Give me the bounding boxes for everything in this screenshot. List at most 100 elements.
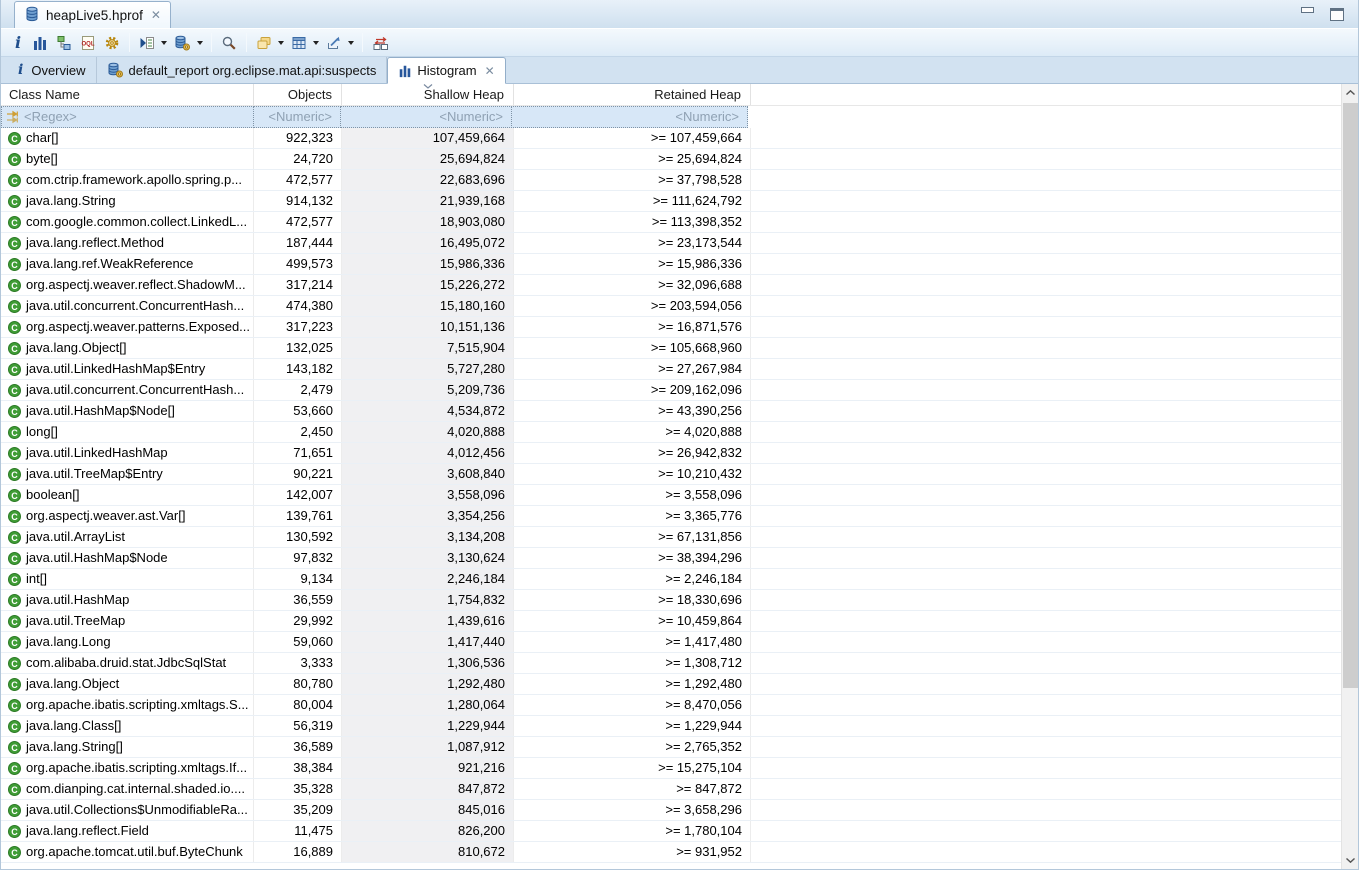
oql-button[interactable]: OQL bbox=[76, 31, 100, 55]
table-row[interactable]: C java.util.LinkedHashMap 71,651 4,012,4… bbox=[1, 443, 1341, 464]
tab-histogram[interactable]: Histogram ✕ bbox=[387, 57, 506, 84]
table-row[interactable]: C org.aspectj.weaver.ast.Var[] 139,761 3… bbox=[1, 506, 1341, 527]
table-row[interactable]: C java.lang.Long 59,060 1,417,440 >= 1,4… bbox=[1, 632, 1341, 653]
table-row[interactable]: C long[] 2,450 4,020,888 >= 4,020,888 bbox=[1, 422, 1341, 443]
dominator-tree-button[interactable] bbox=[52, 31, 76, 55]
editor-tab-heap-dump[interactable]: heapLive5.hprof ✕ bbox=[14, 1, 171, 28]
class-name-text: org.aspectj.weaver.reflect.ShadowM... bbox=[26, 277, 246, 292]
class-name-text: java.lang.Long bbox=[26, 634, 111, 649]
class-name-text: org.apache.ibatis.scripting.xmltags.If..… bbox=[26, 760, 248, 775]
table-row[interactable]: C java.lang.String 914,132 21,939,168 >=… bbox=[1, 191, 1341, 212]
table-row[interactable]: C org.aspectj.weaver.reflect.ShadowM... … bbox=[1, 275, 1341, 296]
tab-close-icon[interactable]: ✕ bbox=[485, 64, 495, 78]
scrollbar-thumb[interactable] bbox=[1343, 103, 1358, 688]
table-row[interactable]: C java.util.TreeMap$Entry 90,221 3,608,8… bbox=[1, 464, 1341, 485]
tab-label: Overview bbox=[31, 62, 86, 78]
table-row[interactable]: C java.util.HashMap 36,559 1,754,832 >= … bbox=[1, 590, 1341, 611]
column-header-shallow-heap[interactable]: Shallow Heap bbox=[342, 84, 514, 105]
scroll-up-icon[interactable] bbox=[1342, 84, 1358, 101]
filter-row: <Regex> <Numeric> <Numeric> <Numeric> bbox=[1, 106, 1341, 128]
histogram-button[interactable] bbox=[28, 31, 52, 55]
shallow-heap-filter-input[interactable]: <Numeric> bbox=[340, 106, 512, 128]
table-row[interactable]: C java.util.LinkedHashMap$Entry 143,182 … bbox=[1, 359, 1341, 380]
table-row[interactable]: C com.google.common.collect.LinkedL... 4… bbox=[1, 212, 1341, 233]
table-row[interactable]: C com.ctrip.framework.apollo.spring.p...… bbox=[1, 170, 1341, 191]
calculate-retained-size-button[interactable] bbox=[287, 31, 311, 55]
column-header-retained-heap[interactable]: Retained Heap bbox=[514, 84, 751, 105]
query-browser-button[interactable] bbox=[170, 31, 195, 55]
class-name-text: org.aspectj.weaver.patterns.Exposed... bbox=[26, 319, 251, 334]
objects-filter-input[interactable]: <Numeric> bbox=[253, 106, 341, 128]
group-by-button[interactable] bbox=[252, 31, 276, 55]
table-row[interactable]: C java.lang.Object 80,780 1,292,480 >= 1… bbox=[1, 674, 1341, 695]
table-row[interactable]: C java.lang.Class[] 56,319 1,229,944 >= … bbox=[1, 716, 1341, 737]
export-button[interactable] bbox=[322, 31, 346, 55]
compare-tables-button[interactable] bbox=[368, 31, 393, 55]
minimize-icon[interactable] bbox=[1301, 7, 1314, 13]
run-expert-test-dropdown-icon[interactable] bbox=[161, 40, 168, 45]
shallow-heap-cell: 15,986,336 bbox=[342, 254, 514, 274]
class-icon: C bbox=[8, 320, 21, 334]
class-name-text: com.ctrip.framework.apollo.spring.p... bbox=[26, 172, 243, 187]
class-name-text: java.lang.Class[] bbox=[26, 718, 122, 733]
scroll-down-icon[interactable] bbox=[1342, 852, 1358, 869]
retained-heap-filter-input[interactable]: <Numeric> bbox=[511, 106, 748, 128]
table-row[interactable]: C java.util.Collections$UnmodifiableRa..… bbox=[1, 800, 1341, 821]
table-row[interactable]: C org.apache.ibatis.scripting.xmltags.S.… bbox=[1, 695, 1341, 716]
table-row[interactable]: C char[] 922,323 107,459,664 >= 107,459,… bbox=[1, 128, 1341, 149]
export-dropdown-icon[interactable] bbox=[348, 40, 355, 45]
thread-overview-button[interactable] bbox=[100, 31, 124, 55]
class-name-cell: C org.aspectj.weaver.patterns.Exposed... bbox=[1, 317, 254, 337]
table-row[interactable]: C java.lang.Object[] 132,025 7,515,904 >… bbox=[1, 338, 1341, 359]
tab-overview[interactable]: i Overview bbox=[5, 57, 97, 83]
table-row[interactable]: C java.util.concurrent.ConcurrentHash...… bbox=[1, 380, 1341, 401]
info-icon: i bbox=[15, 32, 22, 52]
column-header-objects[interactable]: Objects bbox=[254, 84, 342, 105]
table-row[interactable]: C java.util.ArrayList 130,592 3,134,208 … bbox=[1, 527, 1341, 548]
table-row[interactable]: C byte[] 24,720 25,694,824 >= 25,694,824 bbox=[1, 149, 1341, 170]
table-row[interactable]: C int[] 9,134 2,246,184 >= 2,246,184 bbox=[1, 569, 1341, 590]
table-row[interactable]: C boolean[] 142,007 3,558,096 >= 3,558,0… bbox=[1, 485, 1341, 506]
class-name-cell: C com.google.common.collect.LinkedL... bbox=[1, 212, 254, 232]
column-header-class-name[interactable]: Class Name bbox=[1, 84, 254, 105]
table-row[interactable]: C org.apache.ibatis.scripting.xmltags.If… bbox=[1, 758, 1341, 779]
class-name-cell: C org.aspectj.weaver.reflect.ShadowM... bbox=[1, 275, 254, 295]
shallow-heap-cell: 3,354,256 bbox=[342, 506, 514, 526]
class-icon: C bbox=[8, 740, 21, 754]
class-icon: C bbox=[8, 425, 21, 439]
table-row[interactable]: C com.dianping.cat.internal.shaded.io...… bbox=[1, 779, 1341, 800]
objects-cell: 187,444 bbox=[254, 233, 342, 253]
table-row[interactable]: C org.apache.tomcat.util.buf.ByteChunk 1… bbox=[1, 842, 1341, 863]
tab-default-report[interactable]: default_report org.eclipse.mat.api:suspe… bbox=[97, 57, 388, 83]
query-browser-dropdown-icon[interactable] bbox=[197, 40, 204, 45]
table-row[interactable]: C org.aspectj.weaver.patterns.Exposed...… bbox=[1, 317, 1341, 338]
group-by-dropdown-icon[interactable] bbox=[278, 40, 285, 45]
table-row[interactable]: C com.alibaba.druid.stat.JdbcSqlStat 3,3… bbox=[1, 653, 1341, 674]
objects-cell: 143,182 bbox=[254, 359, 342, 379]
objects-cell: 71,651 bbox=[254, 443, 342, 463]
vertical-scrollbar[interactable] bbox=[1341, 84, 1358, 869]
table-row[interactable]: C java.util.HashMap$Node[] 53,660 4,534,… bbox=[1, 401, 1341, 422]
table-row[interactable]: C java.lang.reflect.Method 187,444 16,49… bbox=[1, 233, 1341, 254]
table-row[interactable]: C java.lang.String[] 36,589 1,087,912 >=… bbox=[1, 737, 1341, 758]
table-row[interactable]: C java.lang.reflect.Field 11,475 826,200… bbox=[1, 821, 1341, 842]
maximize-icon[interactable] bbox=[1330, 7, 1344, 21]
regex-filter-input[interactable]: <Regex> bbox=[1, 106, 254, 128]
table-row[interactable]: C java.util.HashMap$Node 97,832 3,130,62… bbox=[1, 548, 1341, 569]
retained-heap-cell: >= 847,872 bbox=[514, 779, 751, 799]
run-expert-test-button[interactable] bbox=[135, 31, 159, 55]
table-row[interactable]: C java.util.concurrent.ConcurrentHash...… bbox=[1, 296, 1341, 317]
class-icon: C bbox=[8, 635, 21, 649]
editor-tab-close-icon[interactable]: ✕ bbox=[151, 8, 161, 22]
histogram-icon bbox=[34, 36, 47, 50]
info-button[interactable]: i bbox=[8, 31, 28, 55]
search-button[interactable] bbox=[217, 31, 241, 55]
objects-cell: 35,209 bbox=[254, 800, 342, 820]
calculate-retained-size-dropdown-icon[interactable] bbox=[313, 40, 320, 45]
table-row[interactable]: C java.util.TreeMap 29,992 1,439,616 >= … bbox=[1, 611, 1341, 632]
retained-heap-cell: >= 27,267,984 bbox=[514, 359, 751, 379]
objects-cell: 2,450 bbox=[254, 422, 342, 442]
shallow-heap-cell: 921,216 bbox=[342, 758, 514, 778]
class-name-text: java.lang.reflect.Field bbox=[26, 823, 149, 838]
table-row[interactable]: C java.lang.ref.WeakReference 499,573 15… bbox=[1, 254, 1341, 275]
